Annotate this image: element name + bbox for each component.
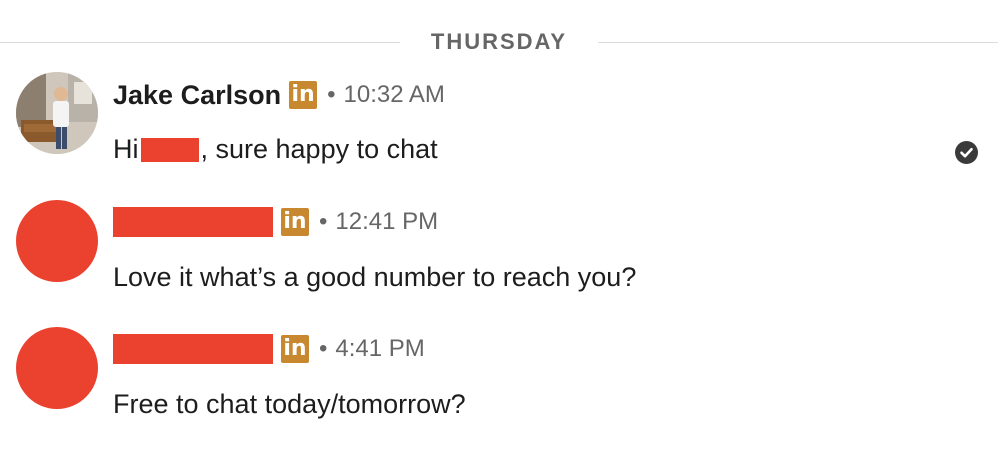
message-header: in • 12:41 PM <box>113 205 438 239</box>
message-header: in • 4:41 PM <box>113 332 425 366</box>
redacted-sender-name <box>113 207 273 237</box>
sender-name[interactable]: Jake Carlson <box>113 80 281 111</box>
message-timestamp: 12:41 PM <box>335 208 439 235</box>
message-body: Free to chat today/tomorrow? <box>113 389 466 419</box>
linkedin-icon: in <box>281 208 309 236</box>
separator-dot: • <box>319 335 328 362</box>
avatar-photo <box>16 72 98 154</box>
redacted-name <box>140 137 199 162</box>
check-circle-icon <box>955 141 978 164</box>
divider-line-right <box>598 42 998 43</box>
linkedin-icon: in <box>281 335 309 363</box>
avatar[interactable] <box>16 72 98 154</box>
message-text-suffix: , sure happy to chat <box>200 134 438 164</box>
avatar[interactable] <box>16 327 98 409</box>
message-body: Love it what’s a good number to reach yo… <box>113 262 637 292</box>
divider-line-left <box>0 42 400 43</box>
redacted-sender-name <box>113 334 273 364</box>
avatar[interactable] <box>16 200 98 282</box>
message-timestamp: 10:32 AM <box>343 81 445 108</box>
message-body: Hi , sure happy to chat <box>113 134 438 165</box>
linkedin-icon: in <box>289 81 318 109</box>
message-timestamp: 4:41 PM <box>335 335 425 362</box>
day-divider: THURSDAY <box>0 28 998 56</box>
separator-dot: • <box>319 208 328 235</box>
message-header: Jake Carlson in • 10:32 AM <box>113 78 445 112</box>
day-divider-label: THURSDAY <box>430 29 568 54</box>
separator-dot: • <box>327 81 336 108</box>
message-text-prefix: Hi <box>113 134 139 164</box>
